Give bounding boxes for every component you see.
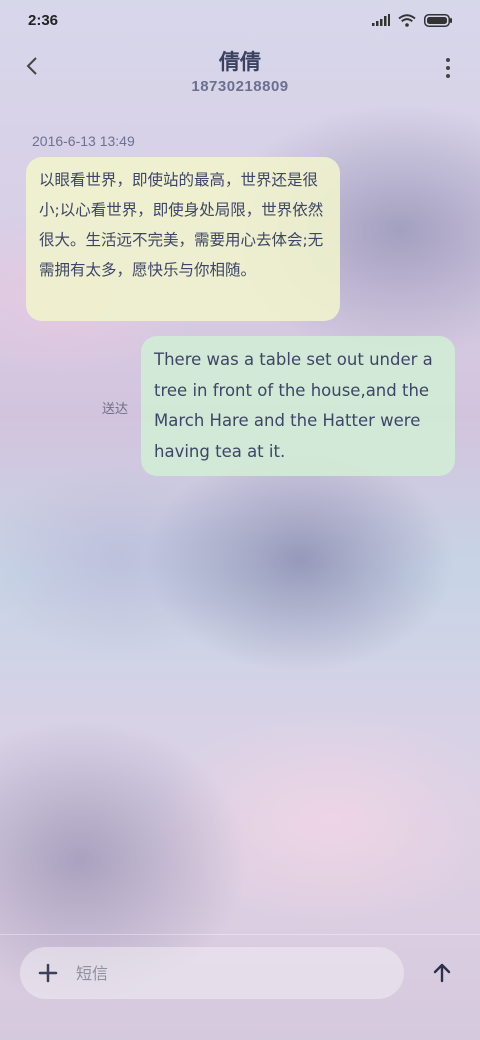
status-icons <box>372 13 452 27</box>
sent-message-bubble[interactable]: There was a table set out under a tree i… <box>141 336 455 476</box>
more-options-button[interactable] <box>440 54 456 82</box>
compose-bar <box>0 934 480 1040</box>
wifi-icon <box>398 13 416 27</box>
battery-icon <box>424 13 452 27</box>
status-time: 2:36 <box>28 11 59 29</box>
plus-icon <box>34 963 62 991</box>
contact-number: 18730218809 <box>191 78 289 95</box>
conversation-header: 倩倩 18730218809 <box>0 40 480 102</box>
sms-input[interactable] <box>76 957 386 989</box>
contact-name: 倩倩 <box>219 50 261 74</box>
message-timestamp: 2016-6-13 13:49 <box>32 133 135 149</box>
status-bar: 2:36 <box>0 0 480 40</box>
add-attachment-button[interactable] <box>34 959 62 987</box>
arrow-up-icon <box>428 963 456 991</box>
contact-title: 倩倩 18730218809 <box>0 46 480 95</box>
send-button[interactable] <box>428 959 456 987</box>
more-vertical-icon <box>446 58 450 78</box>
received-message-bubble[interactable]: 以眼看世界，即使站的最高，世界还是很小;以心看世界，即使身处局限，世界依然很大。… <box>26 157 340 321</box>
delivery-status: 送达 <box>102 402 129 417</box>
compose-field <box>20 947 404 999</box>
signal-icon <box>372 14 390 26</box>
